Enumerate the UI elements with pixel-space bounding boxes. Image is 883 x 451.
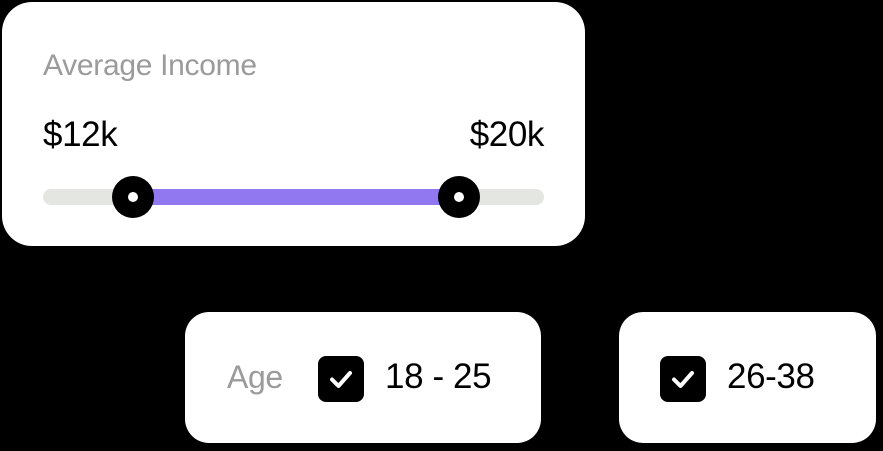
age-option-label[interactable]: 18 - 25	[385, 357, 492, 397]
average-income-card: Average Income $12k $20k	[2, 2, 585, 246]
income-min-value: $12k	[43, 115, 118, 154]
age-18-25-checkbox[interactable]	[318, 356, 364, 402]
handle-dot	[128, 192, 139, 202]
income-max-value: $20k	[469, 115, 545, 154]
slider-min-handle[interactable]	[112, 176, 155, 218]
slider-selected-range	[133, 189, 459, 205]
check-icon	[672, 371, 694, 388]
age-option-card: 26-38	[619, 312, 876, 443]
age-option-label[interactable]: 26-38	[727, 357, 815, 397]
age-filter-card: Age 18 - 25	[185, 312, 541, 443]
age-26-38-checkbox[interactable]	[660, 356, 706, 402]
average-income-title: Average Income	[43, 49, 257, 82]
check-icon	[330, 371, 352, 388]
income-range-slider[interactable]	[43, 176, 544, 218]
slider-max-handle[interactable]	[437, 176, 480, 218]
handle-dot	[453, 192, 464, 202]
age-label: Age	[227, 359, 283, 395]
